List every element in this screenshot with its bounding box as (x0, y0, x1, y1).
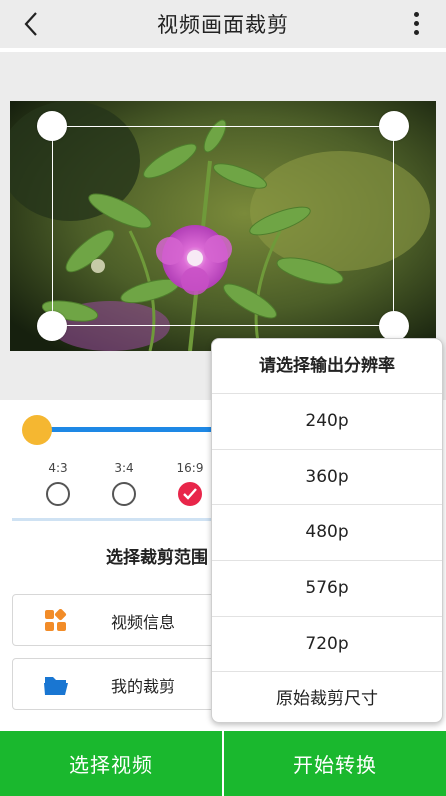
crop-handle-bottom-left[interactable] (37, 311, 67, 341)
ratio-option-16-9[interactable]: 16:9 (173, 460, 207, 506)
timeline-slider-knob[interactable] (22, 415, 52, 445)
title-bar: 视频画面裁剪 (0, 0, 446, 48)
popup-title: 请选择输出分辨率 (212, 339, 442, 394)
radio-unchecked-icon[interactable] (112, 482, 136, 506)
resolution-popup: 请选择输出分辨率 240p 360p 480p 576p 720p 原始裁剪尺寸 (211, 338, 443, 723)
page-title: 视频画面裁剪 (157, 13, 289, 37)
crop-handle-top-right[interactable] (379, 111, 409, 141)
select-video-button[interactable]: 选择视频 (0, 731, 222, 796)
start-convert-button[interactable]: 开始转换 (224, 731, 446, 796)
crop-handle-bottom-right[interactable] (379, 311, 409, 341)
ratio-label: 4:3 (48, 461, 68, 475)
crop-handle-top-left[interactable] (37, 111, 67, 141)
ratio-option-3-4[interactable]: 3:4 (107, 460, 141, 506)
ratio-label: 3:4 (114, 461, 134, 475)
resolution-option-original[interactable]: 原始裁剪尺寸 (212, 672, 442, 722)
resolution-option-480p[interactable]: 480p (212, 505, 442, 562)
my-crops-label: 我的裁剪 (111, 677, 176, 696)
folder-icon (44, 677, 68, 695)
resolution-option-576p[interactable]: 576p (212, 561, 442, 617)
more-options-icon[interactable] (414, 12, 420, 36)
video-info-button[interactable]: 视频信息 (12, 594, 222, 646)
crop-selection-box[interactable] (52, 126, 394, 326)
timeline-slider-track[interactable] (36, 427, 216, 432)
grid-apps-icon (45, 609, 67, 631)
ratio-option-4-3[interactable]: 4:3 (41, 460, 75, 506)
crop-range-heading: 选择裁剪范围 (106, 548, 208, 568)
section-divider (12, 518, 222, 521)
resolution-option-240p[interactable]: 240p (212, 394, 442, 450)
my-crops-button[interactable]: 我的裁剪 (12, 658, 222, 710)
video-info-label: 视频信息 (111, 613, 176, 632)
radio-checked-icon[interactable] (178, 482, 202, 506)
resolution-option-360p[interactable]: 360p (212, 450, 442, 506)
ratio-label: 16:9 (176, 461, 204, 475)
radio-unchecked-icon[interactable] (46, 482, 70, 506)
resolution-option-720p[interactable]: 720p (212, 617, 442, 673)
back-arrow-icon[interactable] (18, 9, 46, 39)
